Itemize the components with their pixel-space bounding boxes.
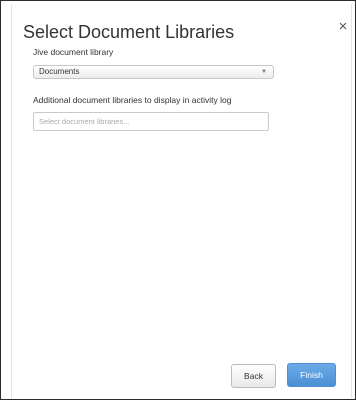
- back-button[interactable]: Back: [231, 364, 276, 388]
- close-icon[interactable]: ×: [335, 19, 351, 35]
- chevron-down-icon: ▼: [261, 69, 267, 75]
- window-frame: [0, 0, 356, 400]
- jive-library-label: Jive document library: [33, 47, 114, 57]
- jive-library-select[interactable]: Documents ▼: [33, 65, 274, 79]
- dialog-title: Select Document Libraries: [23, 22, 235, 42]
- additional-libraries-label: Additional document libraries to display…: [33, 95, 232, 105]
- jive-library-selected-value: Documents: [39, 67, 80, 76]
- select-document-libraries-dialog: [11, 4, 352, 398]
- additional-libraries-input[interactable]: Select document libraries...: [33, 112, 269, 131]
- finish-button[interactable]: Finish: [287, 363, 336, 387]
